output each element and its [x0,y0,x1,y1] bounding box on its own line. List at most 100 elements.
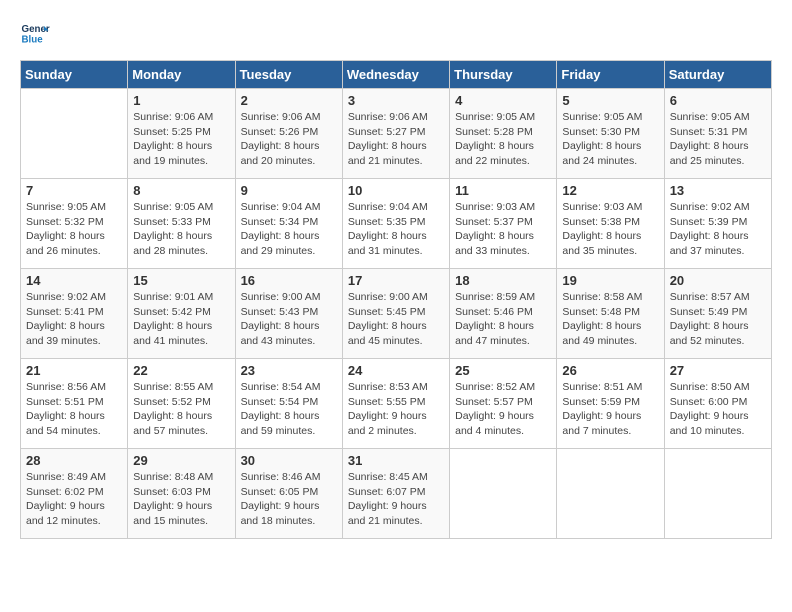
svg-text:Blue: Blue [22,35,44,46]
calendar-cell: 30 Sunrise: 8:46 AMSunset: 6:05 PMDayligh… [235,449,342,539]
col-header-saturday: Saturday [664,61,771,89]
calendar-cell: 22 Sunrise: 8:55 AMSunset: 5:52 PMDayligh… [128,359,235,449]
day-number: 5 [562,93,658,108]
cell-info: Sunrise: 8:48 AMSunset: 6:03 PMDaylight:… [133,470,229,529]
cell-info: Sunrise: 8:49 AMSunset: 6:02 PMDaylight:… [26,470,122,529]
day-number: 30 [241,453,337,468]
calendar-cell: 2 Sunrise: 9:06 AMSunset: 5:26 PMDaylight… [235,89,342,179]
calendar-cell: 12Sunrise: 9:03 AMSunset: 5:38 PMDayligh… [557,179,664,269]
cell-info: Sunrise: 8:46 AMSunset: 6:05 PMDaylight:… [241,470,337,529]
day-number: 11 [455,183,551,198]
col-header-monday: Monday [128,61,235,89]
calendar-cell [450,449,557,539]
cell-info: Sunrise: 8:56 AMSunset: 5:51 PMDaylight:… [26,380,122,439]
cell-info: Sunrise: 9:05 AMSunset: 5:31 PMDaylight:… [670,110,766,169]
day-number: 24 [348,363,444,378]
calendar-cell: 7Sunrise: 9:05 AMSunset: 5:32 PMDaylight… [21,179,128,269]
calendar-cell: 16 Sunrise: 9:00 AMSunset: 5:43 PMDayligh… [235,269,342,359]
cell-info: Sunrise: 9:05 AMSunset: 5:28 PMDaylight:… [455,110,551,169]
cell-info: Sunrise: 9:05 AMSunset: 5:32 PMDaylight:… [26,200,122,259]
cell-info: Sunrise: 8:55 AMSunset: 5:52 PMDaylight:… [133,380,229,439]
day-number: 29 [133,453,229,468]
col-header-thursday: Thursday [450,61,557,89]
day-number: 22 [133,363,229,378]
cell-info: Sunrise: 8:53 AMSunset: 5:55 PMDaylight:… [348,380,444,439]
calendar-cell: 26 Sunrise: 8:51 AMSunset: 5:59 PMDayligh… [557,359,664,449]
calendar-cell: 3 Sunrise: 9:06 AMSunset: 5:27 PMDaylight… [342,89,449,179]
day-number: 23 [241,363,337,378]
day-number: 27 [670,363,766,378]
calendar-cell: 28 Sunrise: 8:49 AMSunset: 6:02 PMDayligh… [21,449,128,539]
calendar-cell [21,89,128,179]
col-header-friday: Friday [557,61,664,89]
calendar-cell: 8 Sunrise: 9:05 AMSunset: 5:33 PMDaylight… [128,179,235,269]
calendar-cell: 11 Sunrise: 9:03 AMSunset: 5:37 PMDayligh… [450,179,557,269]
cell-info: Sunrise: 8:57 AMSunset: 5:49 PMDaylight:… [670,290,766,349]
day-number: 14 [26,273,122,288]
day-number: 31 [348,453,444,468]
calendar-cell: 14 Sunrise: 9:02 AMSunset: 5:41 PMDayligh… [21,269,128,359]
day-number: 17 [348,273,444,288]
cell-info: Sunrise: 9:00 AMSunset: 5:43 PMDaylight:… [241,290,337,349]
day-number: 28 [26,453,122,468]
calendar-cell: 23 Sunrise: 8:54 AMSunset: 5:54 PMDayligh… [235,359,342,449]
cell-info: Sunrise: 8:51 AMSunset: 5:59 PMDaylight:… [562,380,658,439]
calendar-cell: 5 Sunrise: 9:05 AMSunset: 5:30 PMDaylight… [557,89,664,179]
logo: General Blue [20,20,54,50]
cell-info: Sunrise: 9:04 AMSunset: 5:34 PMDaylight:… [241,200,337,259]
cell-info: Sunrise: 9:05 AMSunset: 5:33 PMDaylight:… [133,200,229,259]
day-number: 25 [455,363,551,378]
cell-info: Sunrise: 9:03 AMSunset: 5:38 PMDaylight:… [562,200,658,259]
calendar-cell: 1 Sunrise: 9:06 AMSunset: 5:25 PMDaylight… [128,89,235,179]
calendar-cell: 19 Sunrise: 8:58 AMSunset: 5:48 PMDayligh… [557,269,664,359]
day-number: 20 [670,273,766,288]
cell-info: Sunrise: 9:05 AMSunset: 5:30 PMDaylight:… [562,110,658,169]
day-number: 8 [133,183,229,198]
cell-info: Sunrise: 9:01 AMSunset: 5:42 PMDaylight:… [133,290,229,349]
cell-info: Sunrise: 9:02 AMSunset: 5:39 PMDaylight:… [670,200,766,259]
cell-info: Sunrise: 8:54 AMSunset: 5:54 PMDaylight:… [241,380,337,439]
cell-info: Sunrise: 9:06 AMSunset: 5:27 PMDaylight:… [348,110,444,169]
calendar-cell: 15 Sunrise: 9:01 AMSunset: 5:42 PMDayligh… [128,269,235,359]
day-number: 6 [670,93,766,108]
calendar-cell [557,449,664,539]
cell-info: Sunrise: 8:58 AMSunset: 5:48 PMDaylight:… [562,290,658,349]
calendar-cell: 20 Sunrise: 8:57 AMSunset: 5:49 PMDayligh… [664,269,771,359]
day-number: 16 [241,273,337,288]
calendar-cell: 21 Sunrise: 8:56 AMSunset: 5:51 PMDayligh… [21,359,128,449]
calendar-cell: 31 Sunrise: 8:45 AMSunset: 6:07 PMDayligh… [342,449,449,539]
col-header-tuesday: Tuesday [235,61,342,89]
calendar-cell: 6 Sunrise: 9:05 AMSunset: 5:31 PMDaylight… [664,89,771,179]
day-number: 13 [670,183,766,198]
cell-info: Sunrise: 9:06 AMSunset: 5:26 PMDaylight:… [241,110,337,169]
cell-info: Sunrise: 9:03 AMSunset: 5:37 PMDaylight:… [455,200,551,259]
calendar-cell: 17 Sunrise: 9:00 AMSunset: 5:45 PMDayligh… [342,269,449,359]
col-header-sunday: Sunday [21,61,128,89]
day-number: 4 [455,93,551,108]
calendar-cell: 25 Sunrise: 8:52 AMSunset: 5:57 PMDayligh… [450,359,557,449]
cell-info: Sunrise: 8:52 AMSunset: 5:57 PMDaylight:… [455,380,551,439]
calendar-cell: 13 Sunrise: 9:02 AMSunset: 5:39 PMDayligh… [664,179,771,269]
calendar-cell [664,449,771,539]
cell-info: Sunrise: 8:45 AMSunset: 6:07 PMDaylight:… [348,470,444,529]
cell-info: Sunrise: 9:04 AMSunset: 5:35 PMDaylight:… [348,200,444,259]
calendar-cell: 27Sunrise: 8:50 AMSunset: 6:00 PMDayligh… [664,359,771,449]
day-number: 21 [26,363,122,378]
day-number: 15 [133,273,229,288]
day-number: 10 [348,183,444,198]
calendar-cell: 18Sunrise: 8:59 AMSunset: 5:46 PMDayligh… [450,269,557,359]
day-number: 19 [562,273,658,288]
day-number: 26 [562,363,658,378]
calendar-table: SundayMondayTuesdayWednesdayThursdayFrid… [20,60,772,539]
calendar-cell: 10 Sunrise: 9:04 AMSunset: 5:35 PMDayligh… [342,179,449,269]
cell-info: Sunrise: 8:59 AMSunset: 5:46 PMDaylight:… [455,290,551,349]
day-number: 2 [241,93,337,108]
cell-info: Sunrise: 9:00 AMSunset: 5:45 PMDaylight:… [348,290,444,349]
calendar-cell: 29 Sunrise: 8:48 AMSunset: 6:03 PMDayligh… [128,449,235,539]
col-header-wednesday: Wednesday [342,61,449,89]
day-number: 1 [133,93,229,108]
day-number: 3 [348,93,444,108]
calendar-cell: 9Sunrise: 9:04 AMSunset: 5:34 PMDaylight… [235,179,342,269]
cell-info: Sunrise: 9:06 AMSunset: 5:25 PMDaylight:… [133,110,229,169]
cell-info: Sunrise: 9:02 AMSunset: 5:41 PMDaylight:… [26,290,122,349]
